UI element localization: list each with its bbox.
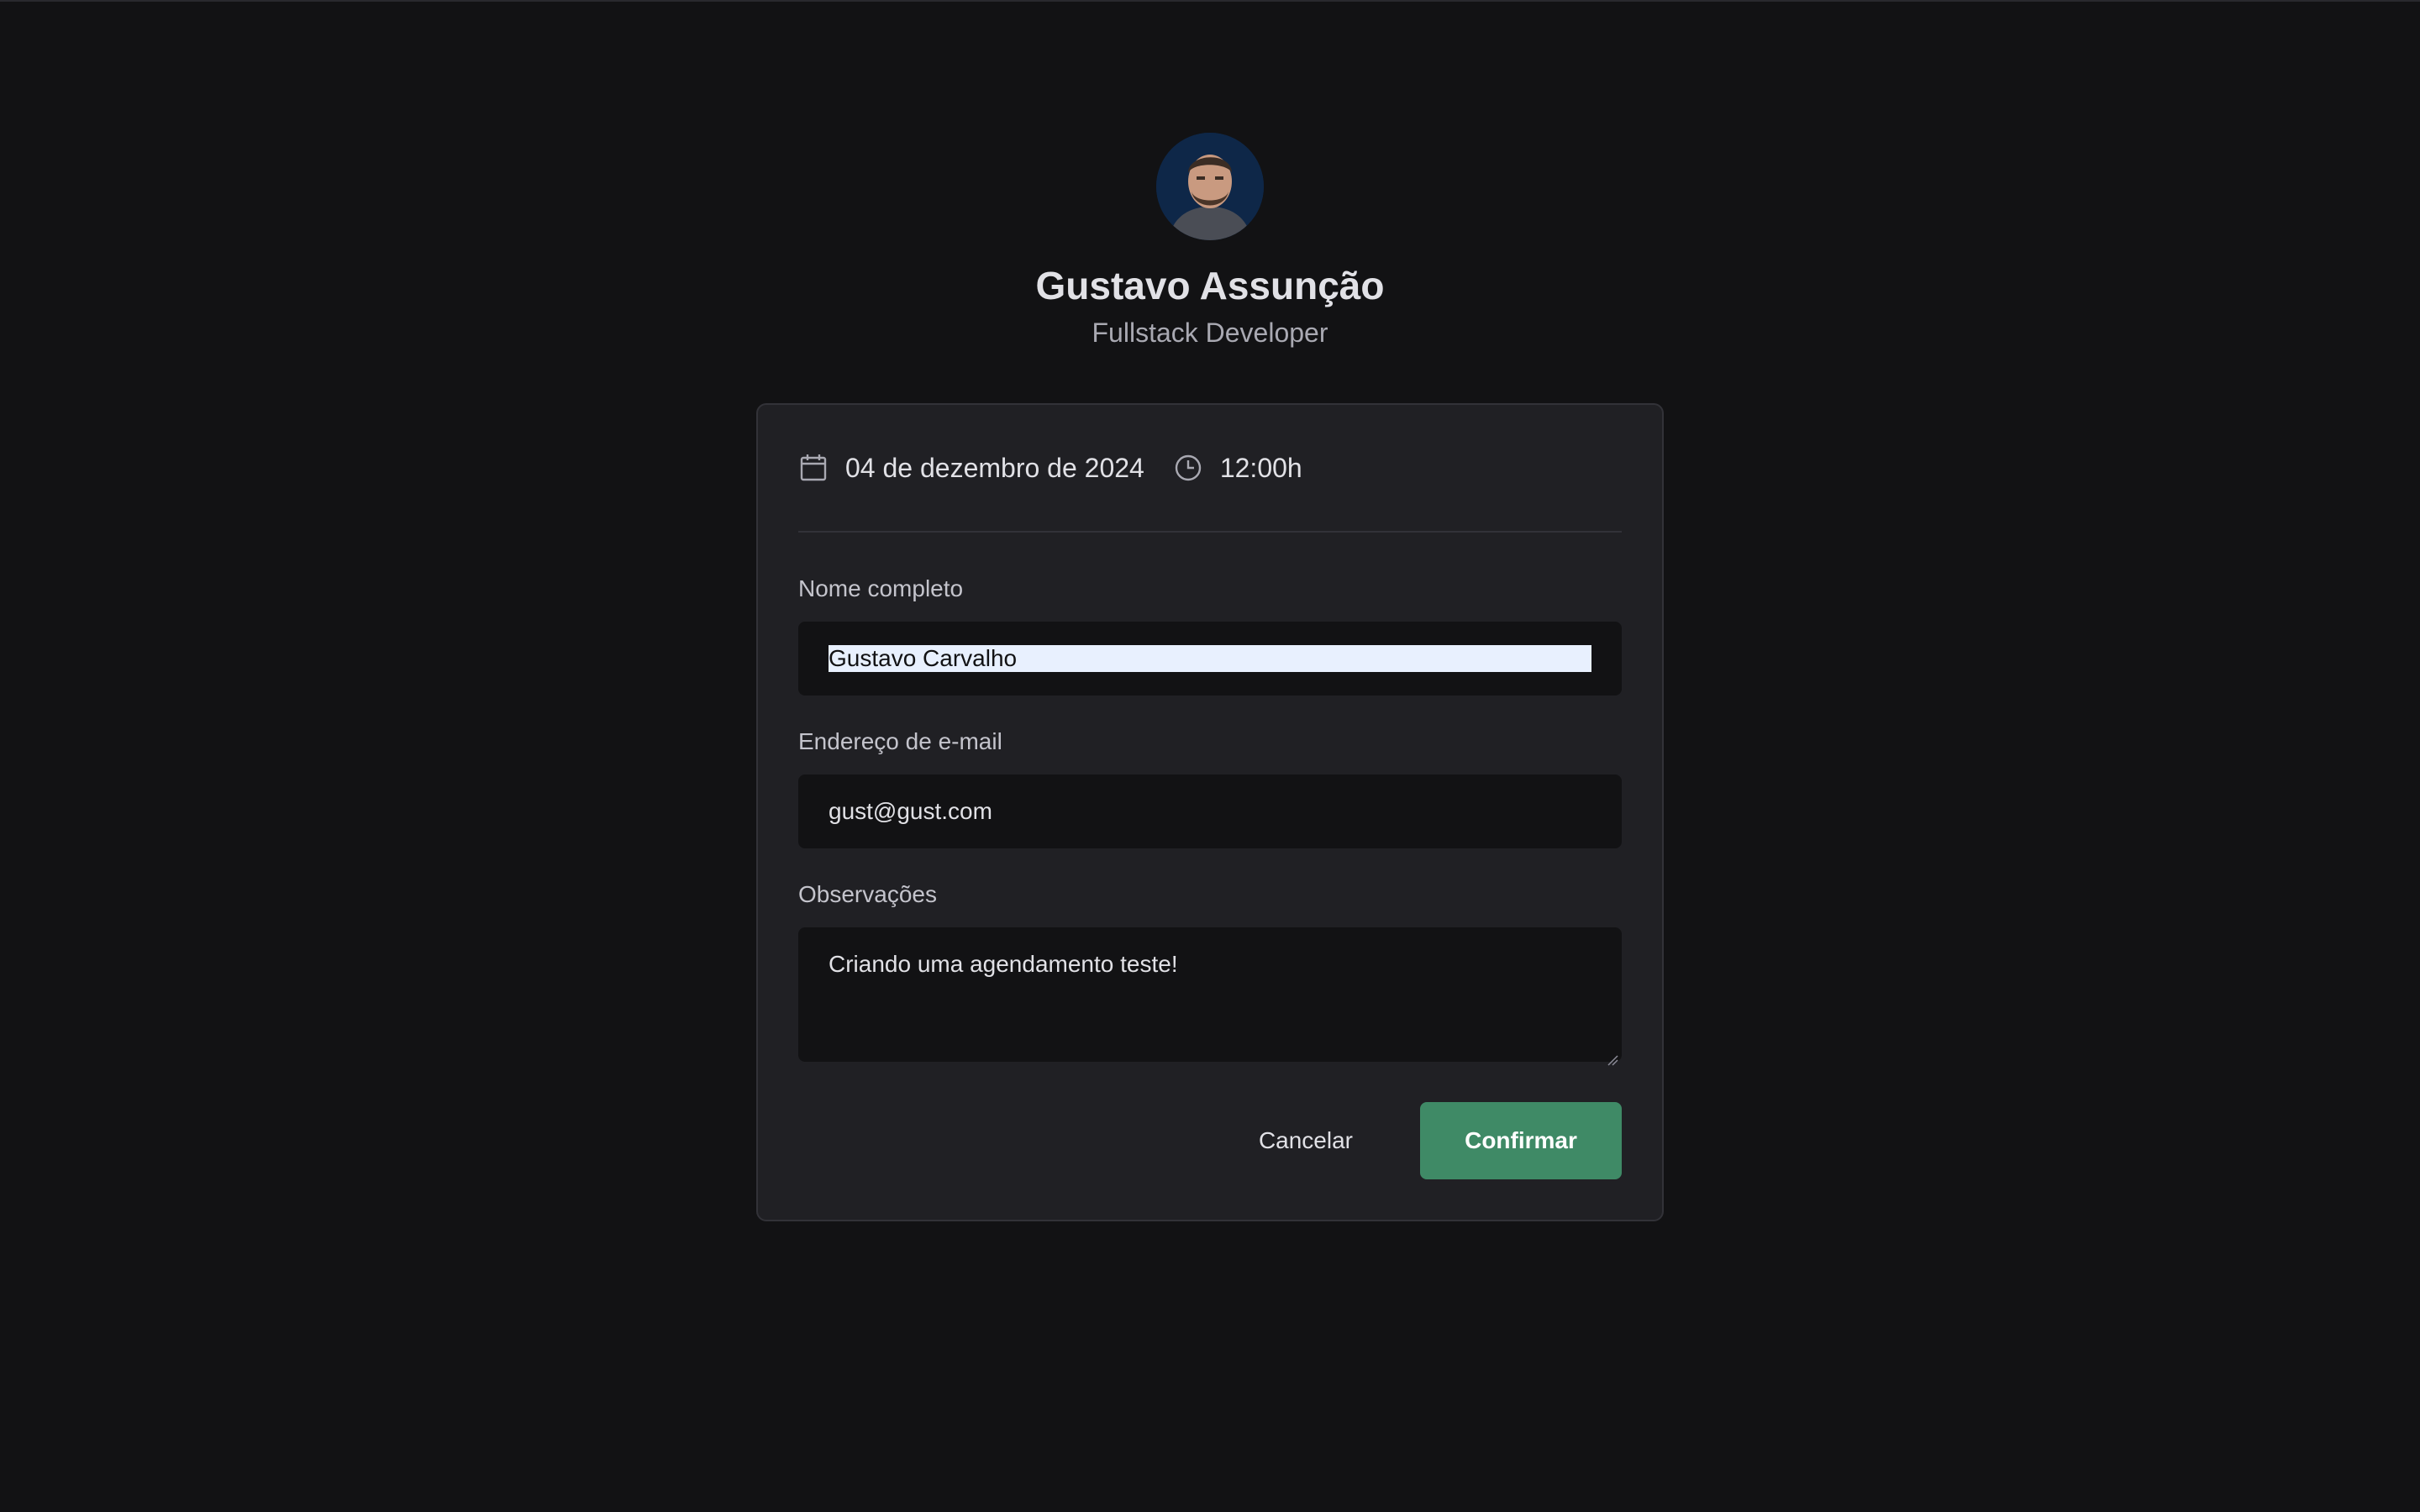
form-actions: Cancelar Confirmar [798,1102,1622,1179]
schedule-date-text: 04 de dezembro de 2024 [845,452,1144,483]
notes-label: Observações [798,881,937,907]
clock-icon [1173,453,1203,483]
booking-page: Gustavo Assunção Fullstack Developer 04 … [0,0,2420,1512]
cancel-button[interactable]: Cancelar [1225,1102,1386,1179]
email-field[interactable]: gust@gust.com [798,774,1622,848]
notes-textarea[interactable]: Criando uma agendamento teste! [798,927,1622,1066]
schedule-time-text: 12:00h [1219,452,1302,483]
name-field-value: Gustavo Carvalho [829,645,1591,672]
calendar-icon [798,453,829,483]
notes-textarea-value: Criando uma agendamento teste! [829,951,1178,977]
name-field[interactable]: Gustavo Carvalho [798,622,1622,696]
name-label: Nome completo [798,575,964,601]
email-field-value: gust@gust.com [829,798,992,824]
profile-name: Gustavo Assunção [1035,264,1385,307]
schedule-info: 04 de dezembro de 2024 12:00h [798,405,1622,533]
email-label: Endereço de e-mail [798,728,1002,754]
profile-role: Fullstack Developer [1092,318,1328,348]
booking-form-card: 04 de dezembro de 2024 12:00h Nome compl… [756,403,1664,1221]
schedule-date: 04 de dezembro de 2024 [798,453,1144,484]
schedule-time: 12:00h [1173,453,1302,484]
confirm-button[interactable]: Confirmar [1420,1102,1622,1179]
avatar [1156,133,1264,240]
resize-handle-icon[interactable] [1605,1045,1618,1066]
profile-header: Gustavo Assunção Fullstack Developer [0,133,2420,349]
